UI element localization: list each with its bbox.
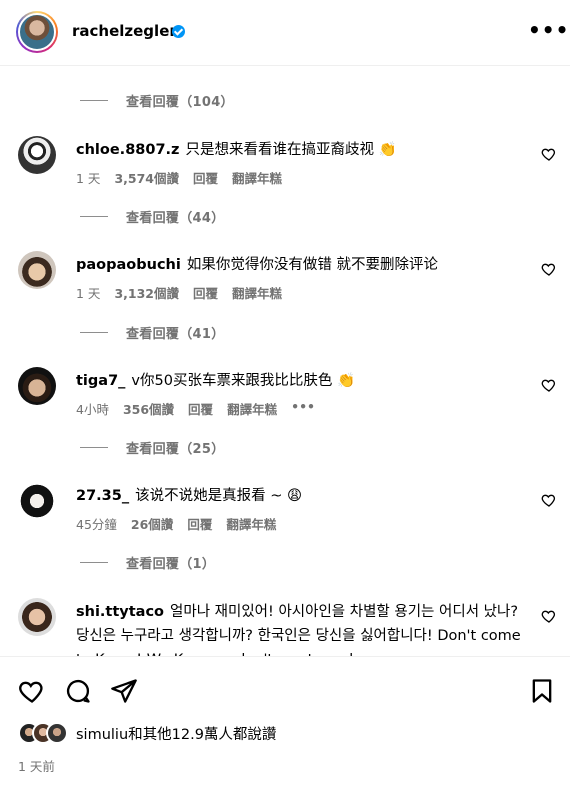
translate-button[interactable]: 翻譯年糕 — [232, 283, 282, 302]
comment-time: 1 天 — [76, 286, 101, 301]
commenter-avatar[interactable] — [18, 598, 56, 636]
view-replies-label: 查看回覆（104） — [126, 94, 234, 110]
view-replies-label: 查看回覆（41） — [126, 326, 225, 342]
clap-emoji: 👏 — [378, 142, 397, 158]
like-comment-icon[interactable] — [541, 377, 557, 393]
translate-button[interactable]: 翻譯年糕 — [232, 168, 282, 187]
reply-button[interactable]: 回覆 — [188, 399, 213, 418]
view-replies-label: 查看回覆（1） — [126, 556, 216, 572]
bookmark-icon[interactable] — [528, 677, 556, 705]
header-username[interactable]: rachelzegler — [72, 22, 177, 40]
translate-button[interactable]: 翻譯年糕 — [226, 514, 276, 533]
comment-time: 1 天 — [76, 171, 101, 186]
comment-username[interactable]: chloe.8807.z — [76, 142, 180, 158]
comment-meta: 45分鐘 26個讚 回覆 翻譯年糕 — [76, 514, 276, 533]
view-replies-button[interactable]: 查看回覆（104） — [80, 90, 234, 110]
verified-badge-icon — [172, 25, 185, 38]
heart-outline-icon[interactable] — [18, 677, 46, 705]
post-header: rachelzegler ••• — [0, 0, 570, 66]
paper-plane-icon[interactable] — [110, 677, 138, 705]
comment-text: 如果你觉得你没有做错 就不要删除评论 — [186, 257, 438, 273]
comment-username[interactable]: tiga7_ — [76, 373, 125, 389]
post-actions-bar: simuliu和其他12.9萬人都說讚 1 天前 — [0, 656, 570, 787]
commenter-avatar[interactable] — [18, 482, 56, 520]
comment-likes[interactable]: 3,574個讚 — [114, 168, 179, 187]
liker-avatar — [46, 722, 68, 744]
view-replies-button[interactable]: 查看回覆（1） — [80, 552, 215, 572]
comment-text: 该说不说她是真报看 ~ — [135, 488, 283, 504]
comments-list: 查看回覆（104） chloe.8807.z 只是想来看看谁在搞亚裔歧视 👏 1 … — [0, 66, 570, 656]
comment-meta: 1 天 3,574個讚 回覆 翻譯年糕 — [76, 168, 282, 187]
view-replies-label: 查看回覆（44） — [126, 210, 225, 226]
like-comment-icon[interactable] — [541, 608, 557, 624]
comment-meta: 1 天 3,132個讚 回覆 翻譯年糕 — [76, 283, 282, 302]
commenter-avatar[interactable] — [18, 251, 56, 289]
like-comment-icon[interactable] — [541, 261, 557, 277]
comment-username[interactable]: shi.ttytaco — [76, 604, 164, 620]
comment-likes[interactable]: 3,132個讚 — [114, 283, 179, 302]
view-replies-label: 查看回覆（25） — [126, 441, 225, 457]
like-comment-icon[interactable] — [541, 492, 557, 508]
more-options-icon[interactable]: ••• — [528, 20, 569, 40]
like-comment-icon[interactable] — [541, 146, 557, 162]
comment-text: 只是想来看看谁在搞亚裔歧视 — [185, 142, 375, 158]
reply-button[interactable]: 回覆 — [193, 168, 218, 187]
comment-more-icon[interactable]: ••• — [291, 399, 315, 418]
comment-username[interactable]: 27.35_ — [76, 488, 129, 504]
translate-button[interactable]: 翻譯年糕 — [227, 399, 277, 418]
comment-likes[interactable]: 26個讚 — [131, 514, 173, 533]
profile-avatar[interactable] — [16, 11, 58, 53]
comment-text: v你50买张车票来跟我比比肤色 — [131, 373, 333, 389]
view-replies-button[interactable]: 查看回覆（41） — [80, 322, 225, 342]
view-replies-button[interactable]: 查看回覆（25） — [80, 437, 225, 457]
comment-time: 4小時 — [76, 402, 109, 417]
clap-emoji: 👏 — [337, 373, 356, 389]
commenter-avatar[interactable] — [18, 136, 56, 174]
reply-button[interactable]: 回覆 — [193, 283, 218, 302]
comment-username[interactable]: paopaobuchi — [76, 257, 181, 273]
commenter-avatar[interactable] — [18, 367, 56, 405]
comment-time: 45分鐘 — [76, 517, 117, 532]
comment-meta: 4小時 356個讚 回覆 翻譯年糕 ••• — [76, 399, 315, 418]
comment-likes[interactable]: 356個讚 — [123, 399, 174, 418]
comment-bubble-icon[interactable] — [64, 677, 92, 705]
post-timestamp: 1 天前 — [18, 759, 55, 774]
likes-text[interactable]: simuliu和其他12.9萬人都說讚 — [76, 723, 276, 744]
reply-button[interactable]: 回覆 — [187, 514, 212, 533]
weary-emoji: 😩 — [287, 488, 303, 504]
view-replies-button[interactable]: 查看回覆（44） — [80, 206, 225, 226]
likes-summary[interactable]: simuliu和其他12.9萬人都說讚 — [18, 721, 276, 745]
